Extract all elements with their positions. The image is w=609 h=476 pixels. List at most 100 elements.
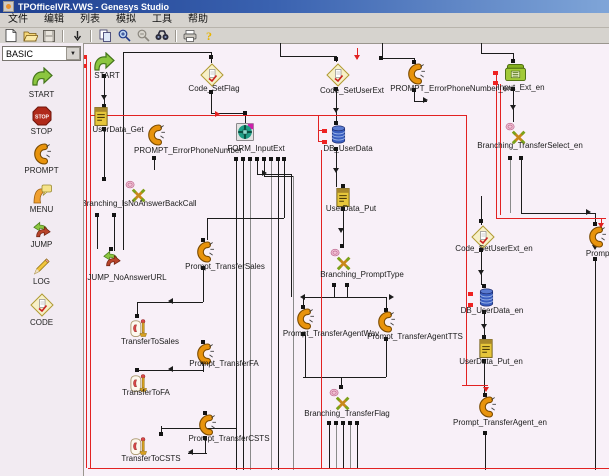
- connector-line: [481, 53, 513, 54]
- connection-port[interactable]: [332, 283, 336, 287]
- connector-line: [104, 129, 105, 179]
- connection-port[interactable]: [483, 431, 487, 435]
- connection-port[interactable]: [355, 421, 359, 425]
- connector-line: [203, 269, 204, 302]
- connector-line: [236, 160, 237, 470]
- connection-port[interactable]: [519, 156, 523, 160]
- connection-port[interactable]: [112, 213, 116, 217]
- node-userdata-get[interactable]: [93, 106, 109, 127]
- arrowhead: [483, 387, 489, 392]
- highlighted-connection-port[interactable]: [322, 129, 327, 133]
- connector-line: [114, 215, 115, 251]
- node-userdata-put-en[interactable]: [478, 338, 494, 359]
- connector-line: [386, 340, 387, 377]
- connection-port[interactable]: [327, 421, 331, 425]
- application-window: STARTUserData_GetBranching_IsNoAnswerBac…: [0, 0, 609, 476]
- connection-port[interactable]: [159, 432, 163, 436]
- highlighted-connection-port[interactable]: [493, 71, 498, 75]
- palette-item-label: STOP: [31, 127, 53, 136]
- prompt-icon: [33, 143, 51, 165]
- connection-port[interactable]: [341, 421, 345, 425]
- node-transfertosales[interactable]: [130, 317, 148, 339]
- node-prompt-errorphonenumber[interactable]: [147, 124, 165, 146]
- connection-port[interactable]: [508, 156, 512, 160]
- connection-port[interactable]: [379, 56, 383, 60]
- connection-port[interactable]: [234, 157, 238, 161]
- node-form-inputext[interactable]: [236, 123, 254, 141]
- arrowhead: [168, 366, 173, 372]
- connector-line: [521, 159, 522, 213]
- node-label-code-setuserext-en: Code_SetUserExt_en: [455, 244, 532, 253]
- connector-line: [462, 385, 488, 386]
- connection-port[interactable]: [243, 111, 247, 115]
- node-prompt-transferagentwav[interactable]: [296, 308, 314, 330]
- node-db-userdata-en[interactable]: [479, 287, 494, 308]
- start-icon: [30, 67, 54, 89]
- connection-port[interactable]: [345, 283, 349, 287]
- db-icon: [331, 124, 346, 145]
- arrowhead: [338, 228, 344, 233]
- chevron-down-icon[interactable]: ▼: [66, 47, 80, 60]
- palette-item-start[interactable]: START: [0, 67, 83, 99]
- node-prompt-transferagent-en[interactable]: [478, 396, 496, 418]
- connector-line: [334, 286, 335, 297]
- node-prompt-transferagenttts[interactable]: [377, 311, 395, 333]
- node-input-ext-en[interactable]: [504, 63, 527, 82]
- connection-port[interactable]: [152, 156, 156, 160]
- node-label-userdata-put: UserData_Put: [326, 204, 376, 213]
- arrowhead: [333, 108, 339, 113]
- connector-line: [264, 176, 293, 177]
- connector-line: [123, 52, 124, 250]
- node-prompt-right-edge[interactable]: [588, 226, 606, 248]
- connector-line: [496, 218, 606, 219]
- node-prompt-errorphonenumber-en[interactable]: [407, 63, 425, 85]
- node-label-userdata-put-en: UserData_Put_en: [459, 357, 523, 366]
- connector-line: [243, 160, 244, 470]
- node-jump-noanswerurl[interactable]: [101, 250, 123, 268]
- palette-item-label: CODE: [30, 318, 53, 327]
- palette-category-select[interactable]: BASIC ▼: [2, 46, 81, 61]
- palette-item-prompt[interactable]: PROMPT: [0, 143, 83, 175]
- palette-item-label: LOG: [33, 277, 50, 286]
- connection-port[interactable]: [255, 157, 259, 161]
- connection-port[interactable]: [282, 157, 286, 161]
- jump-icon: [101, 250, 123, 268]
- connection-port[interactable]: [348, 421, 352, 425]
- connection-port[interactable]: [102, 177, 106, 181]
- connection-port[interactable]: [248, 157, 252, 161]
- connection-port[interactable]: [209, 55, 213, 59]
- connector-line: [357, 424, 358, 469]
- connection-port[interactable]: [262, 157, 266, 161]
- node-label-branching-isnoanswerbackcall: Branching_IsNoAnswerBackCall: [81, 199, 196, 208]
- flow-canvas[interactable]: STARTUserData_GetBranching_IsNoAnswerBac…: [0, 0, 609, 476]
- node-db-userdata[interactable]: [331, 124, 346, 145]
- palette-item-code[interactable]: CODE: [0, 293, 83, 327]
- palette-item-menu[interactable]: MENU: [0, 182, 83, 214]
- connector-line: [595, 260, 596, 470]
- connection-port[interactable]: [479, 219, 483, 223]
- arrowhead: [300, 294, 305, 300]
- connection-port[interactable]: [334, 57, 338, 61]
- deskphone-icon: [504, 63, 527, 82]
- connection-port[interactable]: [276, 157, 280, 161]
- node-prompt-transfersales[interactable]: [196, 241, 214, 263]
- palette-item-log[interactable]: LOG: [0, 256, 83, 286]
- palette-item-jump[interactable]: JUMP: [0, 221, 83, 249]
- connection-port[interactable]: [95, 213, 99, 217]
- connection-port[interactable]: [241, 157, 245, 161]
- node-code-setuserext[interactable]: [326, 63, 350, 87]
- palette-item-stop[interactable]: STOPSTOP: [0, 106, 83, 136]
- connector-line: [329, 424, 330, 469]
- node-label-branching-transferflag: Branching_TransferFlag: [304, 409, 390, 418]
- doc-icon: [93, 106, 109, 127]
- connection-port[interactable]: [269, 157, 273, 161]
- highlighted-connection-port[interactable]: [468, 292, 473, 296]
- prompt-icon: [407, 63, 425, 85]
- connection-port[interactable]: [334, 421, 338, 425]
- prompt-icon: [196, 241, 214, 263]
- connector-line: [123, 52, 211, 53]
- palette-item-list: START STOPSTOP PROMPT MENU JUMP LOG CODE: [0, 67, 83, 327]
- connector-line: [97, 215, 98, 249]
- node-branching-prompttype[interactable]: [330, 248, 354, 272]
- node-prompt-transfercsts[interactable]: [198, 414, 216, 436]
